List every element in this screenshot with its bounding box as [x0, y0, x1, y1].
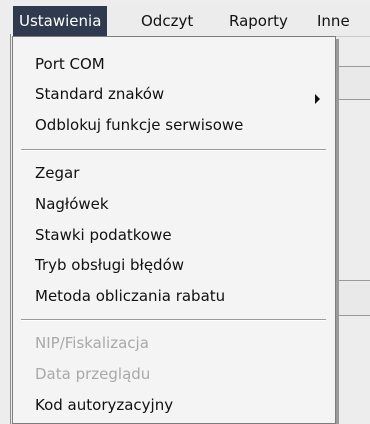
menu-item-zegar[interactable]: Zegar	[35, 161, 79, 185]
background-panel-strip	[330, 66, 370, 100]
menu-item-odblokuj-funkcje-serwisowe[interactable]: Odblokuj funkcje serwisowe	[35, 113, 243, 137]
menu-item-kod-autoryzacyjny[interactable]: Kod autoryzacyjny	[35, 393, 173, 417]
menu-item-port-com[interactable]: Port COM	[35, 52, 105, 76]
menu-item-tryb-obslugi-bledow[interactable]: Tryb obsługi błędów	[35, 253, 184, 277]
chevron-right-icon	[315, 94, 320, 104]
menu-item-naglowek[interactable]: Nagłówek	[35, 192, 109, 216]
menu-separator	[21, 319, 326, 321]
menu-item-metoda-obliczania-rabatu[interactable]: Metoda obliczania rabatu	[35, 284, 225, 308]
menu-item-stawki-podatkowe[interactable]: Stawki podatkowe	[35, 223, 172, 247]
ustawienia-dropdown-menu: Port COM Standard znaków Odblokuj funkcj…	[12, 36, 336, 424]
background-panel-strip	[330, 280, 370, 316]
menu-separator	[21, 149, 326, 151]
menu-item-data-przegladu: Data przeglądu	[35, 365, 151, 383]
menu-odczyt[interactable]: Odczyt	[135, 6, 199, 36]
menu-item-standard-znakow[interactable]: Standard znaków	[35, 82, 164, 106]
window-left-border	[10, 34, 11, 424]
menu-item-nip-fiskalizacja: NIP/Fiskalizacja	[35, 334, 149, 352]
menu-raporty[interactable]: Raporty	[223, 6, 294, 36]
menu-bar: Ustawienia Odczyt Raporty Inne	[13, 6, 370, 37]
menu-ustawienia[interactable]: Ustawienia	[13, 6, 108, 36]
menu-inne[interactable]: Inne	[311, 6, 356, 36]
